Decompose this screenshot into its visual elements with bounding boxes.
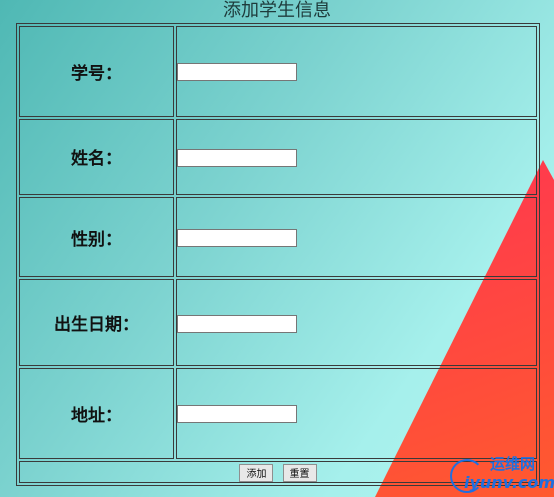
birthdate-input[interactable] [177,314,297,333]
address-input[interactable] [177,405,297,424]
address-cell [176,367,537,459]
name-cell [176,118,537,195]
reset-button[interactable]: 重置 [282,463,317,482]
student-form: 学号： 姓名： 性别： 出生日期： 地址： 添加 重置 [16,23,540,486]
student-id-cell [176,26,537,117]
form-row-student-id: 学号： [19,26,537,117]
birthdate-cell [176,279,537,366]
birthdate-label: 出生日期： [19,279,174,366]
watermark-bottom-text: iyunv.com [464,473,554,492]
gender-input[interactable] [177,229,297,248]
gender-cell [176,196,537,278]
page-title: 添加学生信息 [223,0,331,21]
form-row-name: 姓名： [19,118,537,195]
student-id-input[interactable] [177,63,297,82]
form-row-birthdate: 出生日期： [19,279,537,366]
gender-label: 性别： [19,196,174,278]
form-row-gender: 性别： [19,196,537,278]
name-input[interactable] [177,148,297,167]
student-id-label: 学号： [19,26,174,117]
watermark-top-text: 运维网 [490,455,536,473]
form-row-address: 地址： [19,367,537,459]
address-label: 地址： [19,367,174,459]
add-button[interactable]: 添加 [239,463,274,482]
name-label: 姓名： [19,118,174,195]
watermark-logo: 运维网 iyunv.com [450,453,554,495]
